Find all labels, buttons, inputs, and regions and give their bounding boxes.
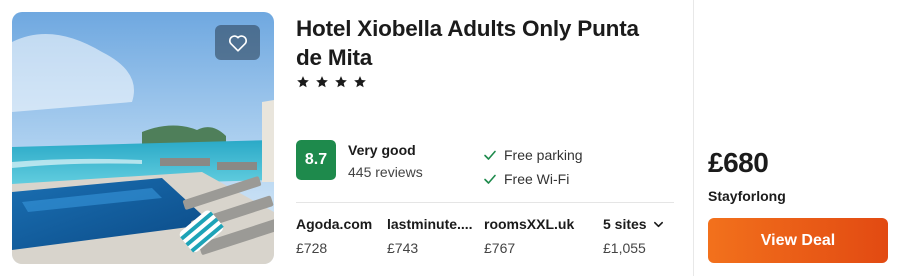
deal-site-name: lastminute.... (387, 216, 473, 232)
deal-agoda[interactable]: Agoda.com £728 (296, 216, 372, 256)
more-sites-button[interactable]: 5 sites £1,055 (603, 216, 664, 256)
deal-price: £767 (484, 240, 516, 256)
amenity-free-wifi: Free Wi-Fi (483, 167, 583, 191)
deal-roomsxxl[interactable]: roomsXXL.uk £767 (484, 216, 574, 256)
amenity-label: Free Wi-Fi (504, 171, 570, 187)
hotel-result-card[interactable]: Hotel Xiobella Adults Only Punta de Mita… (0, 0, 905, 276)
more-sites-price: £1,055 (603, 240, 646, 256)
best-price: £680 (708, 147, 769, 178)
star-icon (297, 76, 309, 88)
favorite-button[interactable] (215, 25, 260, 60)
rating-label: Very good (348, 142, 416, 158)
deal-price: £728 (296, 240, 328, 256)
deal-lastminute[interactable]: lastminute.... £743 (387, 216, 473, 256)
divider (693, 0, 694, 276)
deal-site-name: roomsXXL.uk (484, 216, 575, 232)
deal-price: £743 (387, 240, 419, 256)
best-provider: Stayforlong (708, 188, 786, 204)
view-deal-button[interactable]: View Deal (708, 218, 888, 263)
heart-icon (228, 34, 247, 52)
rating-score-badge: 8.7 (296, 140, 336, 180)
star-icon (316, 76, 328, 88)
check-icon (484, 150, 496, 160)
star-icon (354, 76, 366, 88)
amenity-label: Free parking (504, 147, 583, 163)
star-rating (296, 75, 676, 89)
hotel-name[interactable]: Hotel Xiobella Adults Only Punta de Mita (296, 14, 656, 72)
deal-site-name: Agoda.com (296, 216, 373, 232)
review-count: 445 reviews (348, 164, 423, 180)
star-icon (335, 76, 347, 88)
check-icon (484, 174, 496, 184)
amenities-list: Free parking Free Wi-Fi (483, 143, 583, 191)
amenity-free-parking: Free parking (483, 143, 583, 167)
chevron-down-icon (653, 221, 663, 227)
divider (296, 202, 674, 203)
more-sites-label: 5 sites (603, 216, 647, 232)
